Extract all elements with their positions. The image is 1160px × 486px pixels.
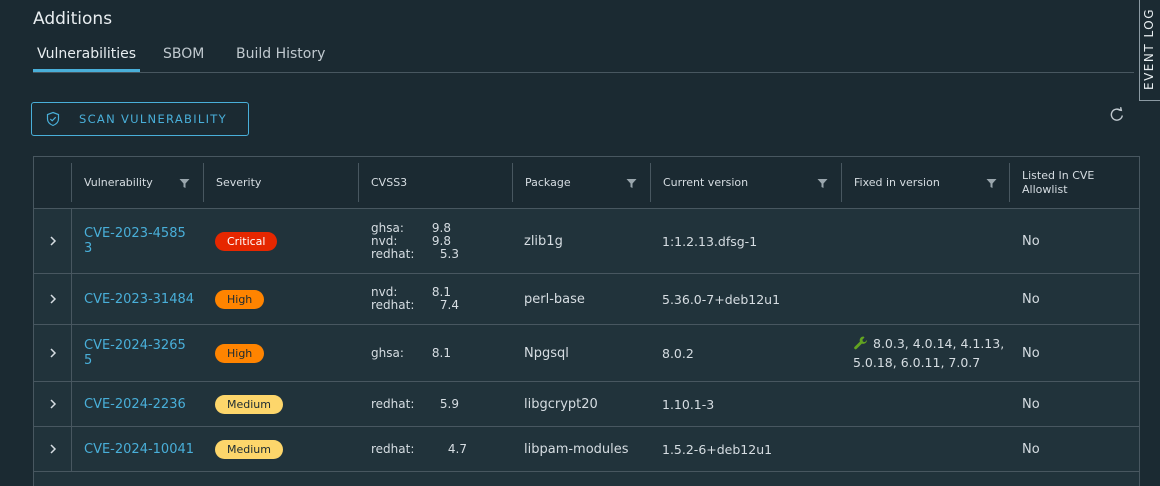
chevron-right-icon — [49, 444, 56, 454]
package-name: libpam-modules — [524, 441, 629, 457]
tab-vulnerabilities[interactable]: Vulnerabilities — [32, 46, 141, 72]
table-row: CVE-2024-3265 5 High ghsa: 8.1 Npgsql 8.0.… — [34, 325, 1139, 382]
cve-link[interactable]: CVE-2023-4585 3 — [84, 226, 186, 256]
current-version: 5.36.0-7+deb12u1 — [662, 291, 781, 307]
table-row: CVE-2024-2236 Medium redhat: 5.9 libgcryp… — [34, 382, 1139, 427]
cve-link[interactable]: CVE-2024-3265 5 — [84, 338, 186, 368]
package-name: libgcrypt20 — [524, 396, 598, 412]
severity-badge: Medium — [215, 394, 283, 414]
filter-icon[interactable] — [986, 178, 997, 189]
severity-badge: High — [215, 343, 265, 363]
current-version: 1:1.2.13.dfsg-1 — [662, 233, 758, 249]
filter-icon[interactable] — [817, 178, 828, 189]
expand-row-button[interactable] — [34, 209, 72, 273]
event-log-toggle[interactable]: EVENT LOG — [1139, 0, 1160, 101]
cvss-scores: redhat: 4.7 — [371, 441, 467, 456]
shield-check-icon — [45, 111, 61, 127]
tab-bar: Vulnerabilities SBOM Build History — [32, 46, 1134, 73]
allowlist-value: No — [1022, 345, 1040, 361]
scan-vulnerability-button[interactable]: SCAN VULNERABILITY — [31, 102, 249, 136]
cvss-scores: ghsa: 9.8 nvd: 9.8 redhat: 5.3 — [371, 220, 459, 261]
allowlist-value: No — [1022, 396, 1040, 412]
cvss-scores: ghsa: 8.1 — [371, 345, 451, 360]
table-row: CVE-2023-4585 3 Critical ghsa: 9.8 nvd: 9.8… — [34, 209, 1139, 274]
chevron-right-icon — [49, 236, 56, 246]
cvss-scores: redhat: 5.9 — [371, 396, 459, 411]
cve-link[interactable]: CVE-2024-2236 — [84, 397, 186, 412]
cve-link[interactable]: CVE-2023-31484 — [84, 292, 194, 307]
scan-vulnerability-label: SCAN VULNERABILITY — [79, 112, 227, 126]
column-header-severity: Severity — [216, 176, 262, 189]
table-header: Vulnerability Severity CVSS3 Package Cur… — [34, 157, 1139, 209]
allowlist-value: No — [1022, 441, 1040, 457]
column-header-cvss3: CVSS3 — [371, 176, 408, 189]
current-version: 1.5.2-6+deb12u1 — [662, 441, 773, 457]
fixed-versions: 8.0.3, 4.0.14, 4.1.13, 5.0.18, 6.0.11, 7.… — [853, 336, 1005, 370]
filter-icon[interactable] — [179, 178, 190, 189]
package-name: zlib1g — [524, 233, 563, 249]
column-header-current-version: Current version — [663, 176, 749, 189]
event-log-label: EVENT LOG — [1142, 8, 1156, 90]
expand-row-button[interactable] — [34, 325, 72, 381]
chevron-right-icon — [49, 294, 56, 304]
chevron-right-icon — [49, 399, 56, 409]
current-version: 1.10.1-3 — [662, 396, 715, 412]
expand-row-button[interactable] — [34, 382, 72, 426]
cve-link[interactable]: CVE-2024-10041 — [84, 442, 194, 457]
severity-badge: High — [215, 289, 265, 309]
tab-sbom[interactable]: SBOM — [163, 46, 204, 62]
cvss-scores: nvd: 8.1 redhat: 7.4 — [371, 285, 459, 312]
table-row: CVE-2024-10041 Medium redhat: 4.7 libpam-… — [34, 427, 1139, 472]
package-name: perl-base — [524, 291, 585, 307]
severity-badge: Critical — [215, 231, 278, 251]
column-header-fixed-in-version: Fixed in version — [854, 176, 940, 189]
chevron-right-icon — [49, 348, 56, 358]
expand-row-button[interactable] — [34, 427, 72, 471]
package-name: Npgsql — [524, 345, 569, 361]
page-title: Additions — [33, 9, 113, 29]
expand-row-button[interactable] — [34, 274, 72, 324]
current-version: 8.0.2 — [662, 345, 694, 361]
allowlist-value: No — [1022, 291, 1040, 307]
severity-badge: Medium — [215, 439, 283, 459]
vulnerability-table: Vulnerability Severity CVSS3 Package Cur… — [33, 156, 1140, 486]
table-row: CVE-2023-31484 High nvd: 8.1 redhat: 7.4 p… — [34, 274, 1139, 325]
wrench-icon — [854, 336, 868, 350]
refresh-icon[interactable] — [1108, 106, 1126, 124]
allowlist-value: No — [1022, 233, 1040, 249]
tab-build-history[interactable]: Build History — [236, 46, 325, 62]
filter-icon[interactable] — [626, 178, 637, 189]
column-header-cve-allowlist: Listed In CVE Allowlist — [1022, 168, 1095, 196]
